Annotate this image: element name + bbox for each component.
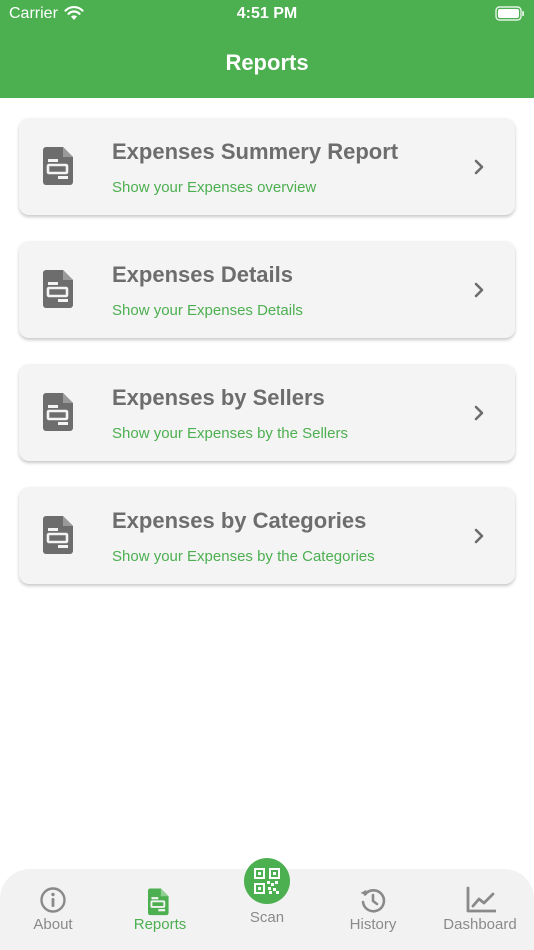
document-icon <box>148 888 169 916</box>
status-time: 4:51 PM <box>236 5 298 22</box>
report-title: Expenses Details <box>112 262 293 287</box>
page-title: Reports <box>225 50 309 75</box>
report-subtitle: Show your Expenses Details <box>112 302 303 319</box>
tab-label: Reports <box>133 916 187 933</box>
chevron-right-icon <box>474 405 484 421</box>
scan-button[interactable] <box>244 858 290 904</box>
document-icon <box>43 516 73 554</box>
report-card-categories[interactable]: Expenses by Categories Show your Expense… <box>19 487 515 584</box>
chevron-right-icon <box>474 528 484 544</box>
report-title: Expenses by Sellers <box>112 385 325 410</box>
report-subtitle: Show your Expenses overview <box>112 179 317 196</box>
app-header: Carrier 4:51 PM Reports <box>0 0 534 98</box>
report-list: Expenses Summery Report Show your Expens… <box>19 118 515 610</box>
report-card-summary[interactable]: Expenses Summery Report Show your Expens… <box>19 118 515 215</box>
tab-reports[interactable]: Reports <box>107 869 213 950</box>
qr-code-icon <box>254 868 280 894</box>
history-icon <box>360 888 386 913</box>
report-subtitle: Show your Expenses by the Categories <box>112 548 375 565</box>
document-icon <box>43 393 73 431</box>
report-card-sellers[interactable]: Expenses by Sellers Show your Expenses b… <box>19 364 515 461</box>
report-subtitle: Show your Expenses by the Sellers <box>112 425 348 442</box>
tab-about[interactable]: About <box>0 869 106 950</box>
report-title: Expenses by Categories <box>112 508 367 533</box>
document-icon <box>43 270 73 308</box>
tab-dashboard[interactable]: Dashboard <box>427 869 533 950</box>
line-chart-icon <box>466 886 496 913</box>
report-card-details[interactable]: Expenses Details Show your Expenses Deta… <box>19 241 515 338</box>
tab-history[interactable]: History <box>320 869 426 950</box>
tab-label: About <box>33 916 73 933</box>
chevron-right-icon <box>474 282 484 298</box>
tab-label: Dashboard <box>443 916 517 933</box>
chevron-right-icon <box>474 159 484 175</box>
status-bar: Carrier 4:51 PM <box>0 0 534 28</box>
report-title: Expenses Summery Report <box>112 139 399 164</box>
info-icon <box>40 887 66 913</box>
scan-label: Scan <box>249 909 285 926</box>
document-icon <box>43 147 73 185</box>
battery-icon <box>495 6 524 21</box>
tab-label: History <box>349 916 397 933</box>
reports-screen: Carrier 4:51 PM Reports Expenses Summery… <box>0 0 534 950</box>
